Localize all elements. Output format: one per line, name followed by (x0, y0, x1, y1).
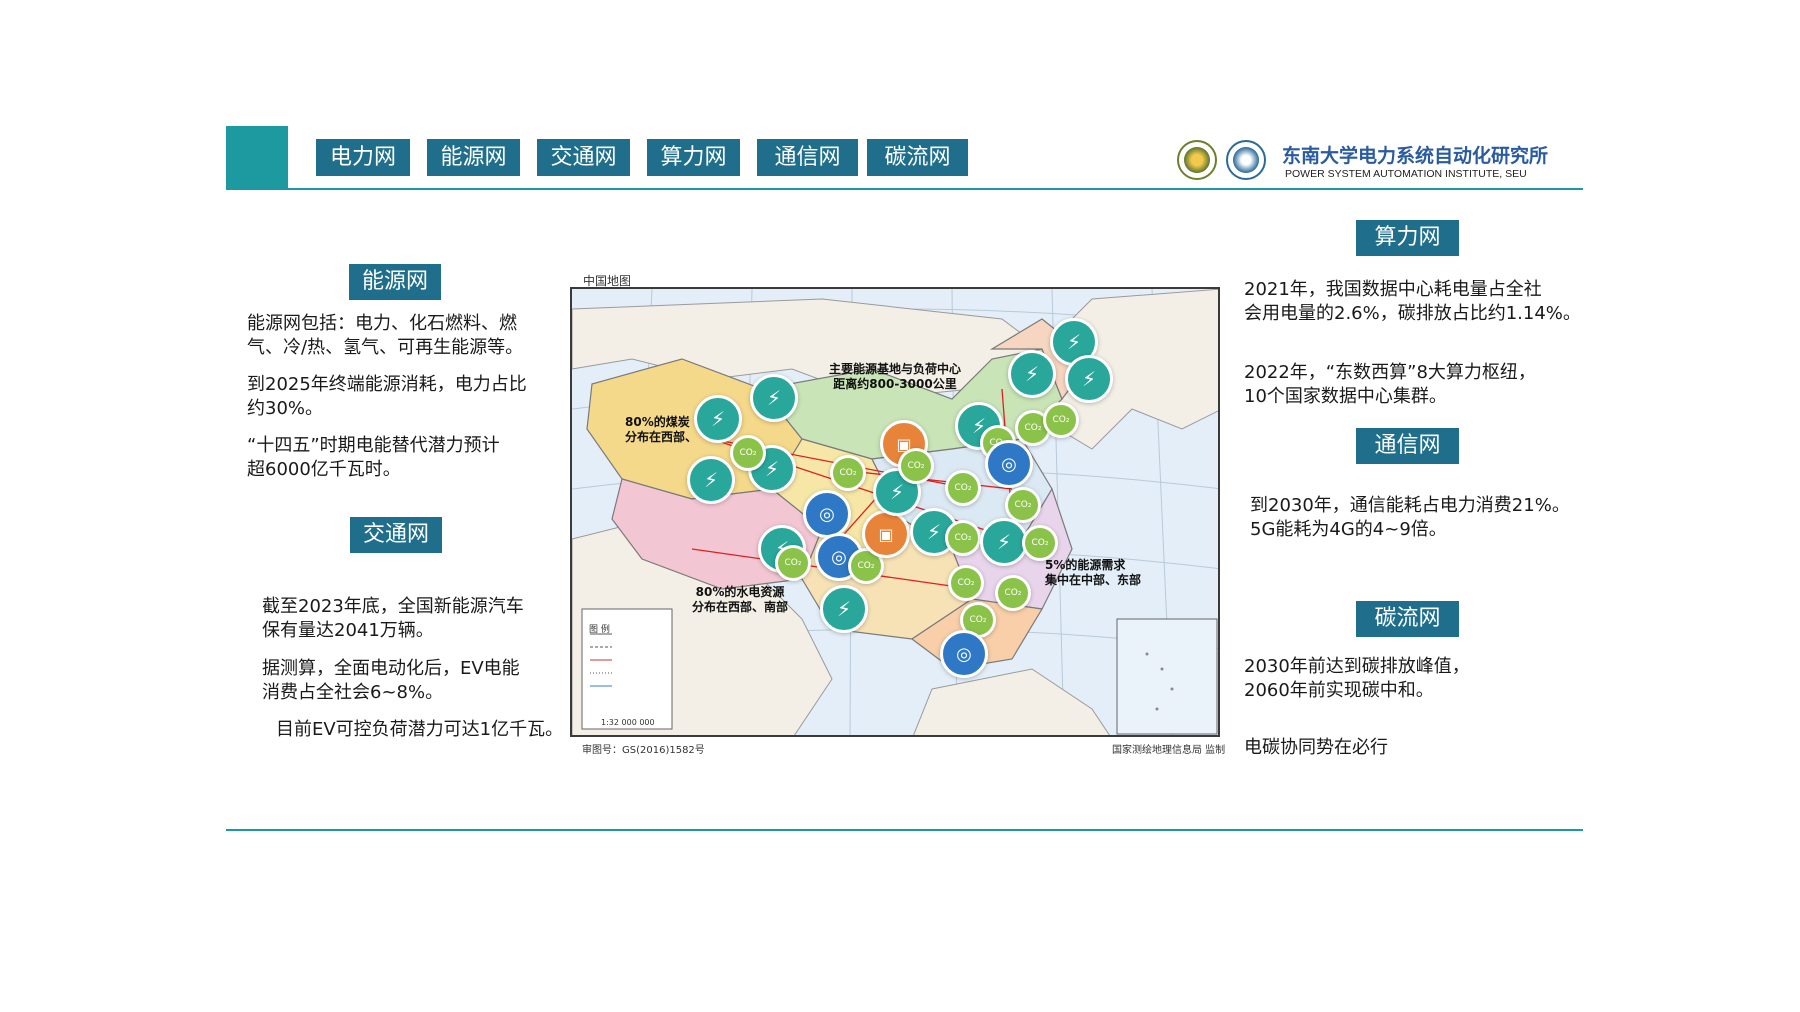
map-publisher: 国家测绘地理信息局 监制 (1112, 745, 1226, 756)
network-globe-icon: ◎ (803, 490, 851, 538)
co2-cloud-icon: CO₂ (995, 575, 1031, 611)
map-scale: 1:32 000 000 (601, 718, 655, 727)
co2-cloud-icon: CO₂ (1005, 487, 1041, 523)
transmission-tower-icon: ⚡ (694, 395, 742, 443)
footer-divider (226, 829, 1583, 831)
transmission-tower-icon: ⚡ (1065, 355, 1113, 403)
transport-paragraph-1: 截至2023年底，全国新能源汽车 保有量达2041万辆。 (262, 596, 524, 641)
map-note-distance: 主要能源基地与负荷中心 距离约800-3000公里 (828, 362, 961, 391)
compute-paragraph-2: 2022年，“东数西算”8大算力枢纽， 10个国家数据中心集群。 (1244, 362, 1536, 407)
transmission-tower-icon: ⚡ (750, 374, 798, 422)
carbon-paragraph-1: 2030年前达到碳排放峰值， 2060年前实现碳中和。 (1244, 656, 1470, 701)
co2-cloud-icon: CO₂ (1043, 402, 1079, 438)
tab-transport-grid[interactable]: 交通网 (537, 139, 630, 176)
network-globe-icon: ◎ (985, 440, 1033, 488)
network-globe-icon: ◎ (940, 630, 988, 678)
co2-cloud-icon: CO₂ (775, 545, 811, 581)
transmission-tower-icon: ⚡ (1008, 350, 1056, 398)
tab-comm-grid[interactable]: 通信网 (757, 139, 858, 176)
university-seal-logo (1177, 140, 1217, 180)
comm-paragraph-1: 到2030年，通信能耗占电力消费21%。 5G能耗为4G的4~9倍。 (1250, 495, 1570, 540)
co2-cloud-icon: CO₂ (1022, 525, 1058, 561)
transmission-tower-icon: ⚡ (820, 585, 868, 633)
institute-name-cn: 东南大学电力系统自动化研究所 (1282, 145, 1549, 167)
transport-paragraph-2: 据测算，全面电动化后，EV电能 消费占全社会6~8%。 (262, 658, 520, 703)
energy-paragraph-3: “十四五”时期电能替代潜力预计 超6000亿千瓦时。 (247, 435, 500, 480)
map-legend-title: 图 例 (589, 625, 610, 635)
transport-paragraph-3: 目前EV可控负荷潜力可达1亿千瓦。 (276, 719, 564, 740)
compute-label: 算力网 (1356, 220, 1459, 256)
map-approval-number: 审图号：GS(2016)1582号 (582, 745, 705, 756)
energy-paragraph-2: 到2025年终端能源消耗，电力占比 约30%。 (247, 374, 527, 419)
co2-cloud-icon: CO₂ (730, 435, 766, 471)
transmission-tower-icon: ⚡ (980, 518, 1028, 566)
transport-label: 交通网 (350, 517, 442, 553)
header-divider (226, 188, 1583, 190)
co2-cloud-icon: CO₂ (898, 448, 934, 484)
map-note-hydro: 80%的水电资源 分布在西部、南部 (691, 585, 788, 614)
co2-cloud-icon: CO₂ (945, 520, 981, 556)
carbon-paragraph-2: 电碳协同势在必行 (1244, 737, 1388, 758)
co2-cloud-icon: CO₂ (830, 455, 866, 491)
tab-power-grid[interactable]: 电力网 (316, 139, 410, 176)
tab-energy-grid[interactable]: 能源网 (427, 139, 520, 176)
electric-car-icon: ▣ (862, 510, 910, 558)
transmission-tower-icon: ⚡ (687, 456, 735, 504)
compute-paragraph-1: 2021年，我国数据中心耗电量占全社 会用电量的2.6%，碳排放占比约1.14%… (1244, 279, 1581, 324)
co2-cloud-icon: CO₂ (945, 470, 981, 506)
energy-label: 能源网 (349, 264, 441, 300)
energy-paragraph-1: 能源网包括：电力、化石燃料、燃 气、冷/热、氢气、可再生能源等。 (247, 313, 524, 358)
institute-name-en: POWER SYSTEM AUTOMATION INSTITUTE, SEU (1285, 168, 1527, 180)
map-note-demand: 5%的能源需求 集中在中部、东部 (1045, 558, 1142, 587)
carbon-label: 碳流网 (1356, 601, 1459, 637)
tab-compute-grid[interactable]: 算力网 (647, 139, 740, 176)
comm-label: 通信网 (1356, 428, 1459, 464)
co2-cloud-icon: CO₂ (948, 565, 984, 601)
header-accent-block (226, 126, 288, 188)
institute-emblem-logo (1226, 140, 1266, 180)
tab-carbon-grid[interactable]: 碳流网 (867, 139, 968, 176)
